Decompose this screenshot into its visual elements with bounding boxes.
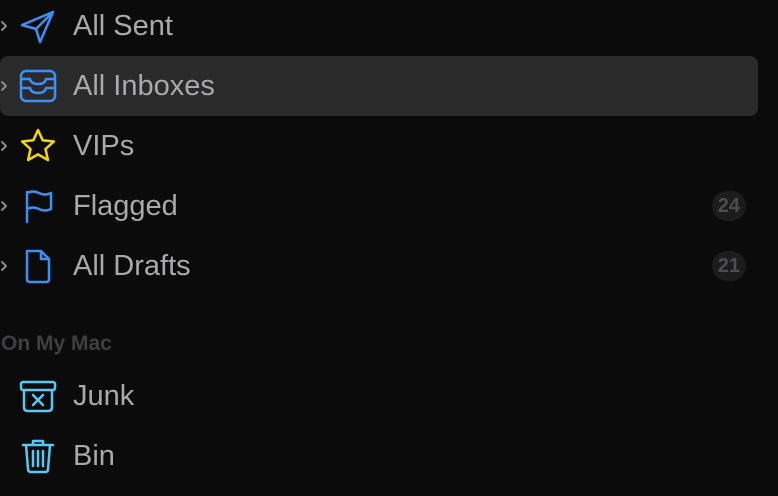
unread-count-badge: 21	[711, 251, 746, 281]
chevron-right-icon[interactable]	[0, 196, 10, 216]
flag-icon	[25, 190, 53, 224]
chevron-right-icon[interactable]	[0, 16, 10, 36]
mail-sidebar: All Sent All Inboxes VIPs Flagged 24 All…	[0, 0, 778, 496]
sidebar-item-bin[interactable]: Bin	[0, 426, 758, 486]
sidebar-item-flagged[interactable]: Flagged 24	[0, 176, 758, 236]
sidebar-item-junk[interactable]: Junk	[0, 366, 758, 426]
sidebar-item-vips[interactable]: VIPs	[0, 116, 758, 176]
sidebar-item-label: Bin	[73, 440, 115, 472]
sidebar-item-label: All Sent	[73, 10, 173, 42]
sidebar-item-label: Flagged	[73, 190, 178, 222]
sidebar-item-label: Junk	[73, 380, 135, 412]
sidebar-item-all-sent[interactable]: All Sent	[0, 0, 758, 56]
sidebar-item-label: All Drafts	[73, 250, 191, 282]
sidebar-item-label: All Inboxes	[73, 70, 215, 102]
star-icon	[20, 128, 56, 162]
paper-plane-icon	[20, 10, 55, 44]
trash-icon	[21, 439, 55, 474]
document-icon	[25, 249, 51, 284]
sidebar-item-all-inboxes[interactable]: All Inboxes	[0, 56, 758, 116]
sidebar-item-all-drafts[interactable]: All Drafts 21	[0, 236, 758, 296]
chevron-right-icon[interactable]	[0, 256, 10, 276]
sidebar-item-label: VIPs	[73, 130, 135, 162]
chevron-right-icon[interactable]	[0, 76, 10, 96]
section-header-on-my-mac[interactable]: On My Mac	[1, 330, 112, 358]
junk-box-icon	[19, 380, 57, 413]
inbox-tray-icon	[19, 69, 57, 103]
chevron-right-icon[interactable]	[0, 136, 10, 156]
unread-count-badge: 24	[711, 191, 746, 221]
